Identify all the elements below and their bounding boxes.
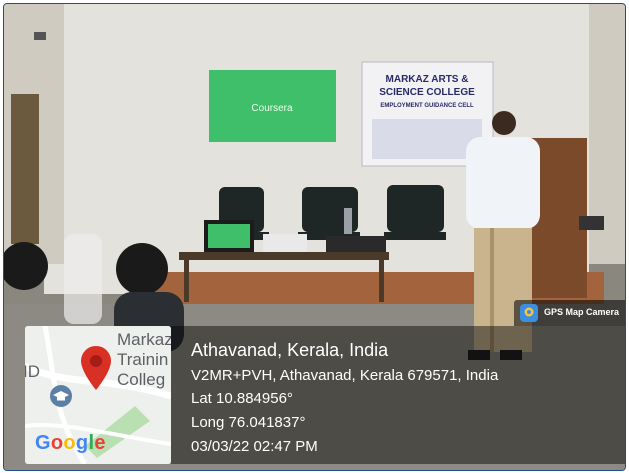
gps-map-camera-icon [520, 304, 538, 322]
map-edge-label: ID [25, 362, 40, 381]
projected-slide-text: Coursera [251, 103, 293, 114]
location-pin-icon [81, 346, 111, 390]
location-title: Athavanad, Kerala, India [191, 340, 389, 360]
location-info-panel: Athavanad, Kerala, India V2MR+PVH, Athav… [171, 326, 625, 464]
location-datetime: 03/03/22 02:47 PM [191, 438, 318, 455]
map-place-label-3: Colleg [117, 370, 166, 389]
map-place-label-1: Markaz [117, 330, 171, 349]
graduation-cap-icon [50, 385, 72, 407]
map-place-label-2: Trainin [117, 350, 169, 369]
location-address: V2MR+PVH, Athavanad, Kerala 679571, Indi… [191, 367, 499, 384]
svg-text:EMPLOYMENT GUIDANCE CELL: EMPLOYMENT GUIDANCE CELL [380, 103, 474, 109]
gps-badge-label: GPS Map Camera [544, 307, 620, 317]
photo-frame: Coursera MARKAZ ARTS & SCIENCE COLLEGE E… [3, 3, 626, 471]
location-latitude: Lat 10.884956° [191, 390, 293, 407]
svg-text:SCIENCE COLLEGE: SCIENCE COLLEGE [379, 87, 475, 98]
gps-map-camera-badge: GPS Map Camera [514, 300, 625, 326]
svg-text:MARKAZ ARTS &: MARKAZ ARTS & [386, 74, 469, 85]
google-logo: Google [35, 432, 106, 454]
map-thumbnail[interactable]: ID Markaz Trainin Colleg Google [25, 326, 171, 464]
location-longitude: Long 76.041837° [191, 414, 306, 431]
